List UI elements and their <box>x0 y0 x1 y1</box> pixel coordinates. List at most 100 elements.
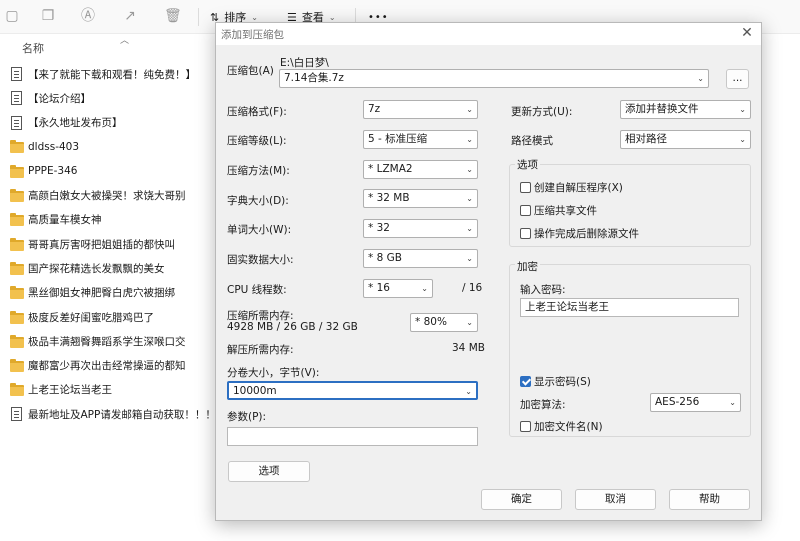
delete-icon[interactable]: 🗑 <box>164 7 182 25</box>
checkbox-box[interactable] <box>520 376 531 387</box>
archive-name-combo[interactable]: 7.14合集.7z ⌄ <box>279 69 709 88</box>
encryption-group-title: 加密 <box>515 259 540 274</box>
dict-label: 字典大小(D): <box>227 195 289 207</box>
browse-button[interactable]: ... <box>726 69 749 89</box>
path-mode-select[interactable]: 相对路径 ⌄ <box>620 130 751 149</box>
title-bar[interactable]: 添加到压缩包 ✕ <box>216 23 761 45</box>
copy-icon[interactable]: ❐ <box>40 7 56 25</box>
threads-select[interactable]: * 16 ⌄ <box>363 279 433 298</box>
folder-icon <box>10 286 24 300</box>
dialog-title: 添加到压缩包 <box>221 29 284 41</box>
archive-path: E:\白日梦\ <box>280 57 329 69</box>
file-name: 最新地址及APP请发邮箱自动获取！！！ <box>28 408 216 421</box>
format-value: 7z <box>368 103 381 115</box>
sort-ascending-icon: ︿ <box>120 36 130 46</box>
dict-value: * 32 MB <box>368 192 410 204</box>
format-label: 压缩格式(F): <box>227 106 287 118</box>
chevron-down-icon: ⌄ <box>697 74 704 83</box>
chevron-down-icon: ⌄ <box>466 135 473 144</box>
file-list-item[interactable]: dldss-403 <box>10 137 79 157</box>
file-name: 高质量车模女神 <box>28 214 102 227</box>
checkbox-box[interactable] <box>520 205 531 216</box>
mem-compress-value: 4928 MB / 26 GB / 32 GB <box>227 321 358 333</box>
options-button[interactable]: 选项 <box>228 461 310 482</box>
file-list-item[interactable]: 上老王论坛当老王 <box>10 380 112 400</box>
file-list-item[interactable]: 极度反差好闺蜜吃腊鸡巴了 <box>10 307 154 327</box>
method-value: * LZMA2 <box>368 163 413 175</box>
cancel-button[interactable]: 取消 <box>575 489 656 510</box>
cut-icon[interactable]: ▢ <box>4 7 20 25</box>
file-name: dldss-403 <box>28 140 80 153</box>
column-header-name[interactable]: 名称 <box>22 40 44 56</box>
level-value: 5 - 标准压缩 <box>368 133 428 145</box>
file-list-item[interactable]: 哥哥真厉害呀把姐姐插的都快叫 <box>10 234 175 254</box>
checkbox-box[interactable] <box>520 182 531 193</box>
file-name: 魔都富少再次出击经常操逼的都知 <box>28 360 186 373</box>
file-name: 高颜白嫩女大被操哭！求饶大哥别 <box>28 190 186 202</box>
chevron-down-icon: ⌄ <box>466 105 473 114</box>
mem-decompress-value: 34 MB <box>452 342 485 354</box>
enc-method-select[interactable]: AES-256 ⌄ <box>650 393 741 412</box>
share-icon[interactable]: ↗ <box>122 7 138 25</box>
path-mode-value: 相对路径 <box>625 133 667 145</box>
rename-icon[interactable]: Ⓐ <box>80 7 96 25</box>
checkbox-box[interactable] <box>520 228 531 239</box>
chevron-down-icon: ⌄ <box>739 105 746 114</box>
mem-decompress-label: 解压所需内存: <box>227 344 294 356</box>
close-icon[interactable]: ✕ <box>739 24 755 42</box>
file-name: 黑丝御姐女神肥臀白虎穴被捆绑 <box>28 287 175 300</box>
params-label: 参数(P): <box>227 411 267 423</box>
file-list-item[interactable]: PPPE-346 <box>10 161 77 181</box>
dict-select[interactable]: * 32 MB ⌄ <box>363 189 478 208</box>
file-list-item[interactable]: 【论坛介绍】 <box>10 88 91 108</box>
update-select[interactable]: 添加并替换文件 ⌄ <box>620 100 751 119</box>
level-select[interactable]: 5 - 标准压缩 ⌄ <box>363 130 478 149</box>
delete-source-checkbox[interactable]: 操作完成后删除源文件 <box>520 226 639 241</box>
solid-select[interactable]: * 8 GB ⌄ <box>363 249 478 268</box>
ok-button[interactable]: 确定 <box>481 489 562 510</box>
solid-label: 固实数据大小: <box>227 254 294 266</box>
method-select[interactable]: * LZMA2 ⌄ <box>363 160 478 179</box>
file-list-item[interactable]: 高颜白嫩女大被操哭！求饶大哥别 <box>10 186 186 206</box>
file-list-item[interactable]: 高质量车模女神 <box>10 210 102 230</box>
delete-source-label: 操作完成后删除源文件 <box>534 228 639 240</box>
enc-method-label: 加密算法: <box>520 399 566 411</box>
file-list-item[interactable]: 【来了就能下载和观看！纯免费！】 <box>10 64 196 84</box>
path-mode-label: 路径模式 <box>511 135 553 147</box>
file-list-item[interactable]: 【永久地址发布页】 <box>10 113 123 133</box>
document-icon <box>11 91 22 106</box>
update-value: 添加并替换文件 <box>625 103 699 115</box>
split-label: 分卷大小，字节(V): <box>227 367 320 379</box>
chevron-down-icon: ⌄ <box>466 194 473 203</box>
split-combo[interactable]: 10000m ⌄ <box>227 381 478 400</box>
file-list-item[interactable]: 极品丰满翘臀舞蹈系学生深喉口交 <box>10 331 186 351</box>
password-label: 输入密码: <box>520 284 566 296</box>
sfx-label: 创建自解压程序(X) <box>534 182 623 194</box>
help-button[interactable]: 帮助 <box>669 489 750 510</box>
show-password-checkbox[interactable]: 显示密码(S) <box>520 374 591 389</box>
file-name: 极品丰满翘臀舞蹈系学生深喉口交 <box>28 335 186 348</box>
shared-checkbox[interactable]: 压缩共享文件 <box>520 203 597 218</box>
params-input[interactable] <box>227 427 478 446</box>
folder-icon <box>10 359 24 373</box>
file-list-item[interactable]: 黑丝御姐女神肥臀白虎穴被捆绑 <box>10 283 175 303</box>
encrypt-names-checkbox[interactable]: 加密文件名(N) <box>520 419 603 434</box>
folder-icon <box>10 383 24 397</box>
file-list-item[interactable]: 魔都富少再次出击经常操逼的都知 <box>10 356 186 376</box>
mem-percent-select[interactable]: * 80% ⌄ <box>410 313 478 332</box>
password-input[interactable]: 上老王论坛当老王 <box>520 298 739 317</box>
shared-label: 压缩共享文件 <box>534 205 597 217</box>
file-list-item[interactable]: 最新地址及APP请发邮箱自动获取！！！ <box>10 404 216 424</box>
file-name: 上老王论坛当老王 <box>28 384 112 397</box>
file-name: 【永久地址发布页】 <box>28 117 123 130</box>
file-list-item[interactable]: 国产探花精选长发飘飘的美女 <box>10 258 165 278</box>
sfx-checkbox[interactable]: 创建自解压程序(X) <box>520 180 623 195</box>
file-name: 国产探花精选长发飘飘的美女 <box>28 262 165 275</box>
threads-label: CPU 线程数: <box>227 284 287 296</box>
word-select[interactable]: * 32 ⌄ <box>363 219 478 238</box>
checkbox-box[interactable] <box>520 421 531 432</box>
format-select[interactable]: 7z ⌄ <box>363 100 478 119</box>
file-name: 【论坛介绍】 <box>28 92 91 105</box>
chevron-down-icon: ⌄ <box>466 254 473 263</box>
mem-percent-value: * 80% <box>415 316 447 328</box>
